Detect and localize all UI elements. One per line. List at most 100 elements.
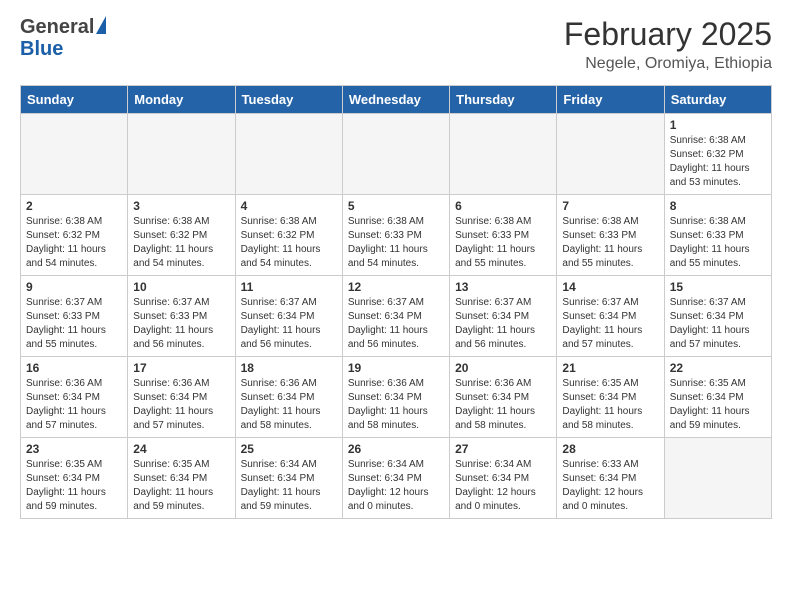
calendar-cell <box>235 114 342 195</box>
day-info: Sunrise: 6:35 AM Sunset: 6:34 PM Dayligh… <box>133 458 229 514</box>
day-info: Sunrise: 6:38 AM Sunset: 6:33 PM Dayligh… <box>348 215 444 271</box>
day-number: 12 <box>348 280 444 294</box>
calendar-cell: 12 Sunrise: 6:37 AM Sunset: 6:34 PM Dayli… <box>342 276 449 357</box>
weekday-header: Tuesday <box>235 86 342 114</box>
calendar-cell: 19 Sunrise: 6:36 AM Sunset: 6:34 PM Dayli… <box>342 357 449 438</box>
day-info: Sunrise: 6:38 AM Sunset: 6:33 PM Dayligh… <box>670 215 766 271</box>
day-info: Sunrise: 6:37 AM Sunset: 6:33 PM Dayligh… <box>133 296 229 352</box>
day-number: 15 <box>670 280 766 294</box>
day-info: Sunrise: 6:36 AM Sunset: 6:34 PM Dayligh… <box>26 377 122 433</box>
logo: General Blue <box>20 16 106 60</box>
day-number: 24 <box>133 442 229 456</box>
calendar-cell: 1 Sunrise: 6:38 AM Sunset: 6:32 PM Daylig… <box>664 114 771 195</box>
day-number: 8 <box>670 199 766 213</box>
weekday-header: Thursday <box>450 86 557 114</box>
calendar-cell: 21 Sunrise: 6:35 AM Sunset: 6:34 PM Dayli… <box>557 357 664 438</box>
day-number: 7 <box>562 199 658 213</box>
day-info: Sunrise: 6:37 AM Sunset: 6:34 PM Dayligh… <box>670 296 766 352</box>
calendar-cell: 22 Sunrise: 6:35 AM Sunset: 6:34 PM Dayli… <box>664 357 771 438</box>
day-info: Sunrise: 6:37 AM Sunset: 6:33 PM Dayligh… <box>26 296 122 352</box>
day-info: Sunrise: 6:38 AM Sunset: 6:32 PM Dayligh… <box>241 215 337 271</box>
calendar-cell <box>664 438 771 519</box>
day-number: 17 <box>133 361 229 375</box>
page: General Blue February 2025 Negele, Oromi… <box>0 0 792 612</box>
day-info: Sunrise: 6:36 AM Sunset: 6:34 PM Dayligh… <box>133 377 229 433</box>
logo-triangle-icon <box>96 16 106 34</box>
day-number: 3 <box>133 199 229 213</box>
logo-general: General <box>20 16 94 38</box>
weekday-header: Friday <box>557 86 664 114</box>
calendar-cell: 9Sunrise: 6:37 AM Sunset: 6:33 PM Daylig… <box>21 276 128 357</box>
day-number: 16 <box>26 361 122 375</box>
logo-blue-line: Blue <box>20 38 106 60</box>
day-number: 1 <box>670 118 766 132</box>
calendar-cell: 16 Sunrise: 6:36 AM Sunset: 6:34 PM Dayli… <box>21 357 128 438</box>
day-number: 5 <box>348 199 444 213</box>
calendar-cell <box>21 114 128 195</box>
title-area: February 2025 Negele, Oromiya, Ethiopia <box>564 16 772 73</box>
day-info: Sunrise: 6:37 AM Sunset: 6:34 PM Dayligh… <box>241 296 337 352</box>
weekday-row: SundayMondayTuesdayWednesdayThursdayFrid… <box>21 86 772 114</box>
header: General Blue February 2025 Negele, Oromi… <box>20 16 772 73</box>
calendar-cell: 8 Sunrise: 6:38 AM Sunset: 6:33 PM Daylig… <box>664 195 771 276</box>
day-info: Sunrise: 6:37 AM Sunset: 6:34 PM Dayligh… <box>348 296 444 352</box>
calendar-cell: 4Sunrise: 6:38 AM Sunset: 6:32 PM Daylig… <box>235 195 342 276</box>
day-info: Sunrise: 6:36 AM Sunset: 6:34 PM Dayligh… <box>348 377 444 433</box>
day-number: 21 <box>562 361 658 375</box>
day-info: Sunrise: 6:38 AM Sunset: 6:32 PM Dayligh… <box>133 215 229 271</box>
day-info: Sunrise: 6:36 AM Sunset: 6:34 PM Dayligh… <box>241 377 337 433</box>
day-number: 11 <box>241 280 337 294</box>
day-number: 26 <box>348 442 444 456</box>
calendar-cell: 17 Sunrise: 6:36 AM Sunset: 6:34 PM Dayli… <box>128 357 235 438</box>
day-info: Sunrise: 6:37 AM Sunset: 6:34 PM Dayligh… <box>455 296 551 352</box>
month-title: February 2025 <box>564 16 772 53</box>
day-number: 28 <box>562 442 658 456</box>
calendar-cell: 20 Sunrise: 6:36 AM Sunset: 6:34 PM Dayli… <box>450 357 557 438</box>
day-info: Sunrise: 6:38 AM Sunset: 6:32 PM Dayligh… <box>670 134 766 190</box>
logo-line: General <box>20 16 106 38</box>
day-number: 22 <box>670 361 766 375</box>
day-info: Sunrise: 6:35 AM Sunset: 6:34 PM Dayligh… <box>670 377 766 433</box>
calendar-cell: 10 Sunrise: 6:37 AM Sunset: 6:33 PM Dayli… <box>128 276 235 357</box>
calendar-week: 23 Sunrise: 6:35 AM Sunset: 6:34 PM Dayli… <box>21 438 772 519</box>
weekday-header: Saturday <box>664 86 771 114</box>
day-info: Sunrise: 6:36 AM Sunset: 6:34 PM Dayligh… <box>455 377 551 433</box>
weekday-header: Wednesday <box>342 86 449 114</box>
day-number: 13 <box>455 280 551 294</box>
calendar-cell: 2 Sunrise: 6:38 AM Sunset: 6:32 PM Daylig… <box>21 195 128 276</box>
calendar-cell: 23 Sunrise: 6:35 AM Sunset: 6:34 PM Dayli… <box>21 438 128 519</box>
calendar-cell: 24 Sunrise: 6:35 AM Sunset: 6:34 PM Dayli… <box>128 438 235 519</box>
day-info: Sunrise: 6:38 AM Sunset: 6:32 PM Dayligh… <box>26 215 122 271</box>
day-number: 19 <box>348 361 444 375</box>
day-number: 2 <box>26 199 122 213</box>
day-number: 23 <box>26 442 122 456</box>
logo-blue: Blue <box>20 38 63 60</box>
calendar-cell: 14 Sunrise: 6:37 AM Sunset: 6:34 PM Dayli… <box>557 276 664 357</box>
weekday-header: Sunday <box>21 86 128 114</box>
day-number: 10 <box>133 280 229 294</box>
calendar-cell: 18Sunrise: 6:36 AM Sunset: 6:34 PM Dayli… <box>235 357 342 438</box>
day-number: 25 <box>241 442 337 456</box>
calendar-cell: 13 Sunrise: 6:37 AM Sunset: 6:34 PM Dayli… <box>450 276 557 357</box>
location: Negele, Oromiya, Ethiopia <box>564 55 772 73</box>
calendar-cell <box>128 114 235 195</box>
calendar-cell <box>450 114 557 195</box>
day-info: Sunrise: 6:34 AM Sunset: 6:34 PM Dayligh… <box>241 458 337 514</box>
day-number: 14 <box>562 280 658 294</box>
day-info: Sunrise: 6:35 AM Sunset: 6:34 PM Dayligh… <box>562 377 658 433</box>
calendar-cell: 25 Sunrise: 6:34 AM Sunset: 6:34 PM Dayli… <box>235 438 342 519</box>
day-info: Sunrise: 6:35 AM Sunset: 6:34 PM Dayligh… <box>26 458 122 514</box>
calendar-header: SundayMondayTuesdayWednesdayThursdayFrid… <box>21 86 772 114</box>
day-number: 20 <box>455 361 551 375</box>
day-number: 27 <box>455 442 551 456</box>
day-info: Sunrise: 6:33 AM Sunset: 6:34 PM Dayligh… <box>562 458 658 514</box>
calendar-cell: 11 Sunrise: 6:37 AM Sunset: 6:34 PM Dayli… <box>235 276 342 357</box>
calendar-cell: 6Sunrise: 6:38 AM Sunset: 6:33 PM Daylig… <box>450 195 557 276</box>
calendar-week: 1 Sunrise: 6:38 AM Sunset: 6:32 PM Daylig… <box>21 114 772 195</box>
calendar-cell: 27 Sunrise: 6:34 AM Sunset: 6:34 PM Dayli… <box>450 438 557 519</box>
calendar-week: 2 Sunrise: 6:38 AM Sunset: 6:32 PM Daylig… <box>21 195 772 276</box>
day-number: 6 <box>455 199 551 213</box>
calendar: SundayMondayTuesdayWednesdayThursdayFrid… <box>20 85 772 519</box>
day-info: Sunrise: 6:37 AM Sunset: 6:34 PM Dayligh… <box>562 296 658 352</box>
day-info: Sunrise: 6:34 AM Sunset: 6:34 PM Dayligh… <box>455 458 551 514</box>
